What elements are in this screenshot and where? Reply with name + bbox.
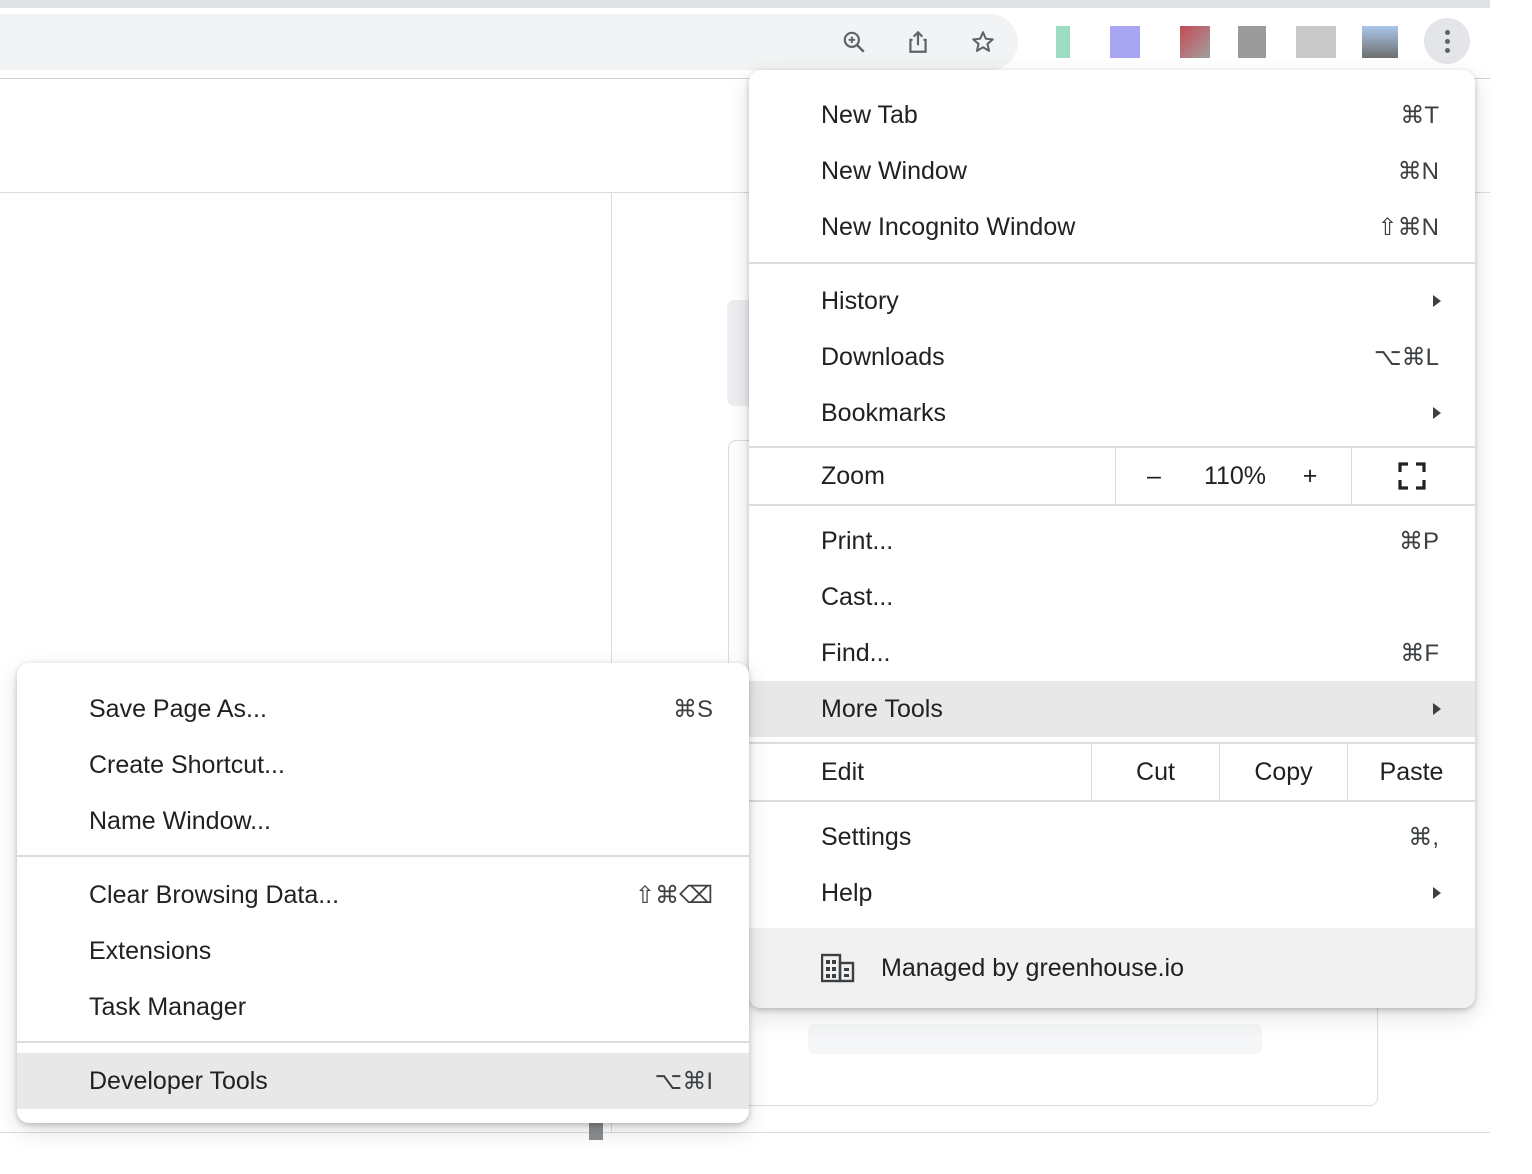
more-tools-submenu: Save Page As... ⌘S Create Shortcut... Na… <box>17 663 749 1123</box>
menu-item-shortcut: ⌘P <box>1398 527 1439 555</box>
zoom-label: Zoom <box>821 461 885 490</box>
menu-item-shortcut: ⌘, <box>1408 823 1439 851</box>
menu-separator <box>17 1041 749 1043</box>
menu-item-label: Name Window... <box>89 806 272 835</box>
window-edge <box>1490 0 1532 1174</box>
menu-item-label: Print... <box>821 526 894 555</box>
menu-item-history[interactable]: History <box>749 273 1475 329</box>
submenu-item-save-page-as[interactable]: Save Page As... ⌘S <box>17 681 749 737</box>
zoom-divider <box>1115 448 1116 504</box>
extension-3[interactable] <box>1180 26 1210 58</box>
submenu-arrow-icon <box>1433 703 1441 715</box>
menu-item-more-tools[interactable]: More Tools <box>749 681 1475 737</box>
managed-by-notice[interactable]: Managed by greenhouse.io <box>749 928 1475 1008</box>
paste-button[interactable]: Paste <box>1348 744 1475 800</box>
menu-separator <box>17 855 749 857</box>
menu-separator <box>749 504 1475 506</box>
edit-row: Edit Cut Copy Paste <box>749 744 1475 800</box>
menu-item-label: Cast... <box>821 582 894 611</box>
zoom-row: Zoom – 110% + <box>749 448 1475 504</box>
menu-item-shortcut: ⌘S <box>672 695 713 723</box>
extension-1[interactable] <box>1056 26 1070 58</box>
extension-2[interactable] <box>1110 26 1140 58</box>
submenu-item-task-manager[interactable]: Task Manager <box>17 979 749 1035</box>
submenu-item-clear-browsing-data[interactable]: Clear Browsing Data... ⇧⌘⌫ <box>17 867 749 923</box>
zoom-divider <box>1351 448 1352 504</box>
extension-5[interactable] <box>1296 26 1336 58</box>
menu-item-label: New Tab <box>821 100 918 129</box>
submenu-arrow-icon <box>1433 887 1441 899</box>
menu-item-label: Downloads <box>821 342 945 371</box>
submenu-item-extensions[interactable]: Extensions <box>17 923 749 979</box>
page-bottom-divider <box>0 1132 1490 1133</box>
zoom-in-button[interactable]: + <box>1295 448 1325 504</box>
menu-item-shortcut: ⌥⌘L <box>1373 343 1439 371</box>
menu-item-bookmarks[interactable]: Bookmarks <box>749 385 1475 441</box>
menu-item-label: Extensions <box>89 936 212 965</box>
menu-item-new-tab[interactable]: New Tab ⌘T <box>749 87 1475 143</box>
menu-item-label: Save Page As... <box>89 694 267 723</box>
menu-item-find[interactable]: Find... ⌘F <box>749 625 1475 681</box>
chrome-main-menu: New Tab ⌘T New Window ⌘N New Incognito W… <box>749 70 1475 1008</box>
scrollbar-thumb[interactable] <box>589 1120 603 1140</box>
menu-item-label: New Incognito Window <box>821 212 1076 241</box>
submenu-arrow-icon <box>1433 407 1441 419</box>
fullscreen-icon[interactable] <box>1397 448 1427 504</box>
zoom-level: 110% <box>1203 461 1267 490</box>
menu-item-label: Bookmarks <box>821 398 947 427</box>
building-icon <box>821 953 855 983</box>
menu-item-label: Help <box>821 878 873 907</box>
copy-button[interactable]: Copy <box>1220 744 1347 800</box>
menu-item-new-incognito-window[interactable]: New Incognito Window ⇧⌘N <box>749 199 1475 255</box>
submenu-item-name-window[interactable]: Name Window... <box>17 793 749 849</box>
extension-6[interactable] <box>1362 26 1398 58</box>
menu-separator <box>749 800 1475 802</box>
menu-item-label: Settings <box>821 822 912 851</box>
menu-item-cast[interactable]: Cast... <box>749 569 1475 625</box>
menu-item-label: Create Shortcut... <box>89 750 285 779</box>
page-input-placeholder <box>808 1024 1262 1054</box>
more-options-icon[interactable] <box>1424 18 1470 64</box>
menu-item-shortcut: ⌘N <box>1397 157 1439 185</box>
menu-item-shortcut: ⌥⌘I <box>654 1067 713 1095</box>
menu-item-downloads[interactable]: Downloads ⌥⌘L <box>749 329 1475 385</box>
menu-item-settings[interactable]: Settings ⌘, <box>749 809 1475 865</box>
menu-item-print[interactable]: Print... ⌘P <box>749 513 1475 569</box>
menu-separator <box>749 262 1475 264</box>
zoom-icon[interactable] <box>836 24 872 60</box>
menu-item-label: New Window <box>821 156 967 185</box>
share-icon[interactable] <box>900 24 936 60</box>
menu-item-label: Developer Tools <box>89 1066 268 1095</box>
edit-label: Edit <box>821 757 865 786</box>
tab-strip <box>0 0 1490 8</box>
menu-item-label: Clear Browsing Data... <box>89 880 340 909</box>
menu-item-label: Find... <box>821 638 891 667</box>
submenu-arrow-icon <box>1433 295 1441 307</box>
menu-item-shortcut: ⌘T <box>1400 101 1439 129</box>
menu-item-new-window[interactable]: New Window ⌘N <box>749 143 1475 199</box>
extension-4[interactable] <box>1238 26 1266 58</box>
menu-item-label: More Tools <box>821 694 943 723</box>
submenu-item-create-shortcut[interactable]: Create Shortcut... <box>17 737 749 793</box>
menu-item-label: History <box>821 286 899 315</box>
zoom-out-button[interactable]: – <box>1139 448 1169 504</box>
menu-item-help[interactable]: Help <box>749 865 1475 921</box>
menu-item-shortcut: ⇧⌘N <box>1377 213 1439 241</box>
menu-item-label: Task Manager <box>89 992 247 1021</box>
menu-item-shortcut: ⌘F <box>1400 639 1439 667</box>
managed-label: Managed by greenhouse.io <box>881 953 1185 982</box>
submenu-item-developer-tools[interactable]: Developer Tools ⌥⌘I <box>17 1053 749 1109</box>
bookmark-star-icon[interactable] <box>965 24 1001 60</box>
cut-button[interactable]: Cut <box>1092 744 1219 800</box>
menu-item-shortcut: ⇧⌘⌫ <box>634 881 713 909</box>
